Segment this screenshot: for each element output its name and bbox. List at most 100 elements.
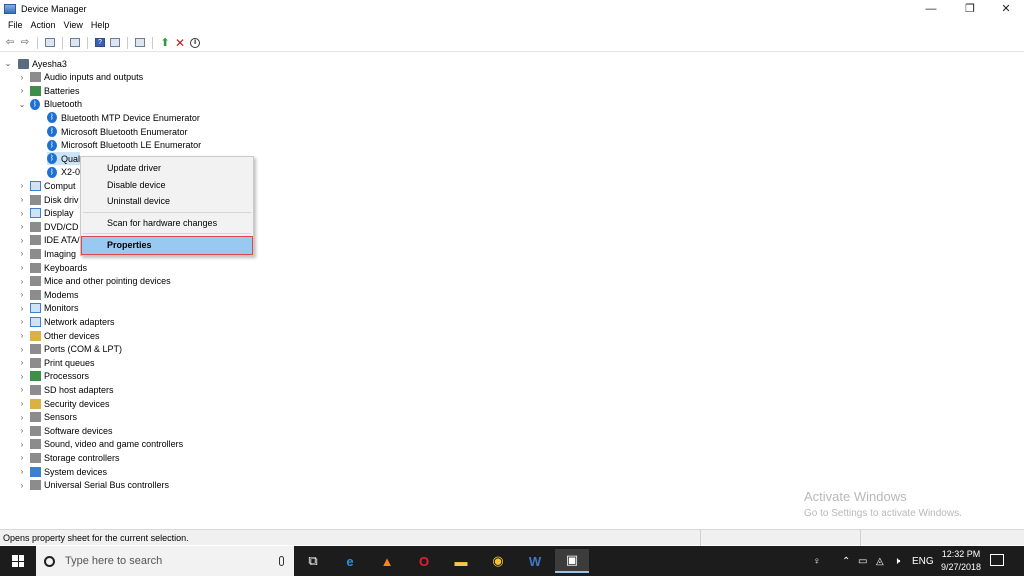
chevron-right-icon[interactable]: › [18, 467, 26, 476]
tree-category[interactable]: › Sensors [18, 411, 77, 424]
tree-category[interactable]: › System devices [18, 465, 107, 478]
tree-category[interactable]: › Print queues [18, 356, 95, 369]
chrome-icon[interactable]: ◉ [481, 549, 515, 573]
tree-category[interactable]: › Imaging [18, 247, 76, 260]
restore-button[interactable]: ❐ [953, 0, 987, 17]
tree-category[interactable]: › Ports (COM & LPT) [18, 343, 122, 356]
start-button[interactable] [0, 546, 36, 576]
chevron-right-icon[interactable]: › [18, 290, 26, 299]
tree-category[interactable]: › Batteries [18, 84, 80, 97]
notification-icon[interactable] [990, 554, 1004, 566]
volume-mute-icon[interactable]: 🕨 [894, 546, 900, 576]
task-view-icon[interactable]: ⧉ [296, 549, 330, 573]
opera-icon[interactable]: O [407, 549, 441, 573]
tree-category[interactable]: › Universal Serial Bus controllers [18, 479, 169, 492]
context-disable-device[interactable]: Disable device [107, 180, 166, 190]
properties-icon[interactable] [68, 36, 82, 50]
tree-category[interactable]: › Processors [18, 370, 89, 383]
help-icon[interactable]: ? [93, 36, 107, 50]
chevron-right-icon[interactable]: › [18, 440, 26, 449]
chevron-right-icon[interactable]: › [18, 358, 26, 367]
microphone-icon[interactable] [279, 556, 284, 566]
device-manager-taskbar-icon[interactable]: ▣ [555, 549, 589, 573]
chevron-right-icon[interactable]: › [18, 317, 26, 326]
chevron-right-icon[interactable]: › [18, 263, 26, 272]
tree-category[interactable]: › Keyboards [18, 261, 87, 274]
tree-category[interactable]: › Sound, video and game controllers [18, 438, 183, 451]
chevron-right-icon[interactable]: › [18, 73, 26, 82]
tree-category[interactable]: ⌄ ᛒ Bluetooth [18, 98, 82, 111]
tree-category[interactable]: › Mice and other pointing devices [18, 275, 171, 288]
uninstall-icon[interactable]: ✕ [173, 36, 187, 50]
clock[interactable]: 12:32 PM 9/27/2018 [934, 548, 988, 574]
chevron-right-icon[interactable]: › [18, 195, 26, 204]
tree-category[interactable]: › Comput [18, 179, 76, 192]
scan-hardware-icon[interactable] [133, 36, 147, 50]
update-driver-icon[interactable]: ⬆ [158, 36, 172, 50]
vlc-icon[interactable]: ▲ [370, 549, 404, 573]
power-icon[interactable]: ▭ [858, 546, 867, 576]
minimize-button[interactable]: — [914, 0, 948, 17]
tree-category[interactable]: › DVD/CD [18, 220, 79, 233]
chevron-right-icon[interactable]: › [18, 413, 26, 422]
context-uninstall-device[interactable]: Uninstall device [107, 196, 170, 206]
menu-file[interactable]: File [4, 20, 27, 30]
wifi-icon[interactable]: ◬ [876, 546, 884, 576]
tree-category[interactable]: › Audio inputs and outputs [18, 71, 143, 84]
chevron-right-icon[interactable]: › [18, 481, 26, 490]
chevron-right-icon[interactable]: › [18, 181, 26, 190]
forward-arrow-icon[interactable]: ⇨ [18, 36, 32, 50]
chevron-right-icon[interactable]: › [18, 277, 26, 286]
taskbar-search-box[interactable]: Type here to search [36, 546, 294, 576]
chevron-right-icon[interactable]: › [18, 249, 26, 258]
close-button[interactable]: ✕ [989, 0, 1023, 17]
menu-action[interactable]: Action [27, 20, 60, 30]
disable-device-icon[interactable]: ⬇ [188, 36, 202, 50]
chevron-right-icon[interactable]: › [18, 209, 26, 218]
chevron-right-icon[interactable]: › [18, 236, 26, 245]
show-hide-console-tree-icon[interactable] [43, 36, 57, 50]
chevron-right-icon[interactable]: › [18, 304, 26, 313]
tree-category[interactable]: › IDE ATA/ [18, 234, 80, 247]
tree-category[interactable]: › Other devices [18, 329, 100, 342]
back-arrow-icon[interactable]: ⇦ [3, 36, 17, 50]
file-explorer-icon[interactable]: ▬ [444, 549, 478, 573]
tree-category[interactable]: › Disk driv [18, 193, 79, 206]
chevron-right-icon[interactable]: › [18, 331, 26, 340]
menu-view[interactable]: View [60, 20, 87, 30]
tree-device[interactable]: ᛒ Microsoft Bluetooth LE Enumerator [47, 139, 201, 152]
chevron-right-icon[interactable]: › [18, 399, 26, 408]
context-properties[interactable]: Properties [81, 236, 253, 255]
tree-root[interactable]: ⌄ Ayesha3 [4, 57, 67, 70]
chevron-up-icon[interactable]: ⌃ [842, 546, 850, 576]
context-update-driver[interactable]: Update driver [107, 163, 161, 173]
tree-device[interactable]: ᛒ Qual [47, 152, 81, 166]
tree-category[interactable]: › Storage controllers [18, 451, 120, 464]
menu-help[interactable]: Help [87, 20, 114, 30]
action-pane-icon[interactable] [108, 36, 122, 50]
tree-category[interactable]: › SD host adapters [18, 383, 114, 396]
edge-icon[interactable]: e [333, 549, 367, 573]
chevron-down-icon[interactable]: ⌄ [4, 59, 12, 68]
tree-category[interactable]: › Network adapters [18, 315, 115, 328]
chevron-right-icon[interactable]: › [18, 385, 26, 394]
chevron-right-icon[interactable]: › [18, 453, 26, 462]
language-indicator[interactable]: ENG [912, 546, 934, 576]
tree-category[interactable]: › Monitors [18, 302, 79, 315]
tree-category[interactable]: › Display [18, 207, 74, 220]
tree-device[interactable]: ᛒ X2-0 [47, 166, 80, 179]
chevron-right-icon[interactable]: › [18, 222, 26, 231]
chevron-right-icon[interactable]: › [18, 372, 26, 381]
tree-category[interactable]: › Software devices [18, 424, 113, 437]
chevron-down-icon[interactable]: ⌄ [18, 100, 26, 109]
tree-device[interactable]: ᛒ Microsoft Bluetooth Enumerator [47, 125, 188, 138]
tree-category[interactable]: › Modems [18, 288, 79, 301]
chevron-right-icon[interactable]: › [18, 86, 26, 95]
chevron-right-icon[interactable]: › [18, 426, 26, 435]
tree-category[interactable]: › Security devices [18, 397, 110, 410]
chevron-right-icon[interactable]: › [18, 345, 26, 354]
tree-device[interactable]: ᛒ Bluetooth MTP Device Enumerator [47, 111, 200, 124]
context-scan-hardware[interactable]: Scan for hardware changes [107, 218, 217, 228]
word-icon[interactable]: W [518, 549, 552, 573]
people-icon[interactable]: ♀ [813, 546, 821, 576]
